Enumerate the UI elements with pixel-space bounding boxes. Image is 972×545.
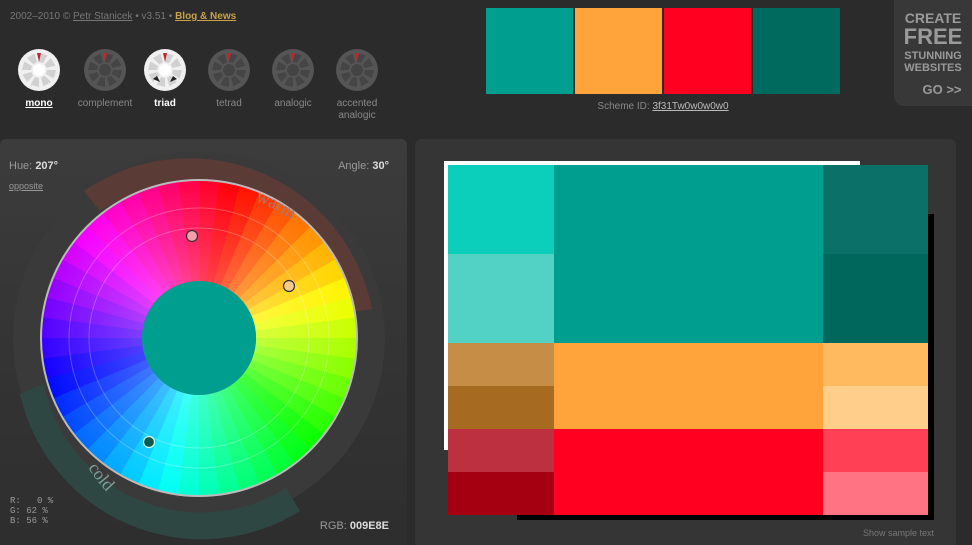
scheme-id-label: Scheme ID: bbox=[597, 101, 650, 112]
mode-complement[interactable]: complement bbox=[72, 48, 138, 110]
mode-accented-analogic[interactable]: accented analogic bbox=[324, 48, 390, 122]
palette-preview-panel: Show sample text bbox=[415, 139, 956, 545]
palette-cell-secondary-2-main[interactable] bbox=[554, 429, 823, 515]
credit-line: 2002–2010 © Petr Stanicek • v3.51 • Blog… bbox=[10, 11, 236, 22]
mode-icon bbox=[208, 49, 250, 91]
palette-cell-primary-top-left[interactable] bbox=[448, 165, 554, 254]
palette-cell-secondary-1-main[interactable] bbox=[554, 343, 823, 429]
r-percent: R: 0 % bbox=[10, 496, 54, 506]
palette-cell-primary-top-right[interactable] bbox=[823, 165, 928, 254]
color-wheel[interactable]: warm cold bbox=[0, 139, 407, 545]
mode-icon bbox=[336, 49, 378, 91]
ad-line-stunning: STUNNING bbox=[904, 50, 962, 62]
palette-cell-secondary-2-bottom-left[interactable] bbox=[448, 472, 554, 515]
author-link[interactable]: Petr Stanicek bbox=[73, 11, 132, 22]
create-websites-ad[interactable]: CREATE FREE STUNNING WEBSITES GO >> bbox=[894, 0, 972, 106]
rgb-hex-value: 009E8E bbox=[349, 520, 389, 532]
rgb-percent-readout: R: 0 % G: 62 % B: 56 % bbox=[10, 496, 53, 526]
ad-line-websites: WEBSITES bbox=[904, 62, 962, 74]
palette-cell-secondary-2-bottom-right[interactable] bbox=[823, 472, 928, 515]
mode-mono[interactable]: mono bbox=[6, 48, 72, 110]
scheme-swatch-complement[interactable] bbox=[753, 8, 840, 94]
wheel-handle-2[interactable] bbox=[282, 279, 296, 293]
palette-cell-primary-main[interactable] bbox=[554, 165, 823, 343]
scheme-id: Scheme ID: 3f31Tw0w0w0w0 bbox=[486, 101, 840, 112]
palette-cell-secondary-1-bottom-right[interactable] bbox=[823, 386, 928, 429]
ad-line-free: FREE bbox=[903, 24, 963, 49]
mode-label: analogic bbox=[274, 98, 312, 109]
mode-triad[interactable]: triad bbox=[132, 48, 198, 110]
scheme-swatch-primary[interactable] bbox=[486, 8, 573, 94]
scheme-id-link[interactable]: 3f31Tw0w0w0w0 bbox=[652, 101, 728, 112]
palette-cell-secondary-1-top-right[interactable] bbox=[823, 343, 928, 386]
mode-label: triad bbox=[154, 98, 176, 109]
wheel-handle-3[interactable] bbox=[142, 435, 156, 449]
palette-cell-secondary-2-top-left[interactable] bbox=[448, 429, 554, 472]
rgb-hex-readout: RGB: 009E8E bbox=[320, 520, 389, 532]
scheme-swatch-secondary-2[interactable] bbox=[664, 8, 751, 94]
palette-grid bbox=[448, 165, 928, 515]
show-sample-text-link[interactable]: Show sample text bbox=[863, 528, 934, 538]
palette-cell-secondary-2-top-right[interactable] bbox=[823, 429, 928, 472]
palette-cell-secondary-1-bottom-left[interactable] bbox=[448, 386, 554, 429]
blog-news-link[interactable]: Blog & News bbox=[175, 11, 236, 22]
g-percent: G: 62 % bbox=[10, 506, 48, 516]
rgb-label: RGB: bbox=[319, 520, 347, 532]
version-text: • v3.51 • bbox=[132, 11, 173, 22]
mode-icon bbox=[272, 49, 314, 91]
mode-icon bbox=[84, 49, 126, 91]
ad-go-link[interactable]: GO >> bbox=[894, 82, 972, 97]
wheel-handle-1[interactable] bbox=[185, 229, 199, 243]
mode-label: complement bbox=[77, 98, 133, 109]
palette-cell-primary-bottom-left[interactable] bbox=[448, 254, 554, 343]
mode-icon bbox=[144, 49, 186, 91]
credit-years: 2002–2010 © bbox=[10, 11, 71, 22]
scheme-swatch-secondary-1[interactable] bbox=[575, 8, 662, 94]
mode-tetrad[interactable]: tetrad bbox=[196, 48, 262, 110]
mode-icon bbox=[18, 49, 60, 91]
color-wheel-panel: Hue: 207° opposite Angle: 30° warm cold bbox=[0, 139, 407, 545]
palette-cell-primary-bottom-right[interactable] bbox=[823, 254, 928, 343]
mode-analogic[interactable]: analogic bbox=[260, 48, 326, 110]
palette-cell-secondary-1-top-left[interactable] bbox=[448, 343, 554, 386]
mode-label: tetrad bbox=[216, 98, 242, 109]
mode-label: accented analogic bbox=[336, 98, 378, 121]
b-percent: B: 56 % bbox=[10, 516, 48, 526]
mode-label: mono bbox=[25, 98, 53, 109]
wheel-center-swatch bbox=[142, 281, 256, 395]
